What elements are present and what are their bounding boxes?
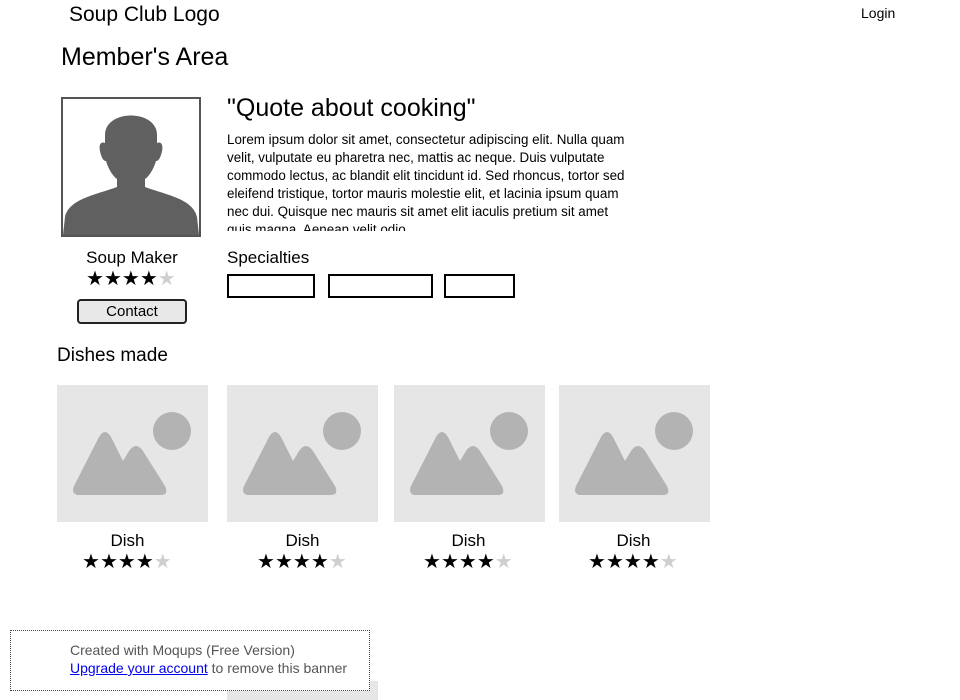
member-name: Soup Maker [86,248,178,267]
image-placeholder-icon [73,412,191,495]
dish-name: Dish [616,531,651,550]
dish-image[interactable] [57,385,208,522]
avatar [61,97,201,237]
dish-name: Dish [285,531,320,550]
dish-rating: ★ ★ ★ ★ ★ [423,552,513,572]
upgrade-link[interactable]: Upgrade your account [70,660,208,676]
dish-image[interactable] [394,385,545,522]
dish-image[interactable] [227,385,378,522]
star-icon: ★ [458,551,477,573]
star-icon: ★ [117,551,136,573]
dish-name: Dish [110,531,145,550]
dish-rating: ★ ★ ★ ★ ★ [588,552,678,572]
dish-image[interactable] [559,385,710,522]
star-icon: ★ [274,551,293,573]
star-icon: ★ [605,551,624,573]
image-placeholder-icon [575,412,693,495]
site-logo[interactable]: Soup Club Logo [69,3,220,27]
person-silhouette-icon [63,115,199,235]
star-icon: ★ [588,551,606,573]
contact-button[interactable]: Contact [77,299,187,324]
banner-line: Upgrade your account to remove this bann… [70,660,347,676]
star-icon: ★ [135,551,154,573]
dish-rating: ★ ★ ★ ★ ★ [82,552,172,572]
specialty-tag[interactable] [227,274,315,298]
star-icon: ★ [659,551,678,573]
image-placeholder-icon [243,412,361,495]
login-link[interactable]: Login [861,5,895,21]
dish-rating: ★ ★ ★ ★ ★ [257,552,347,572]
quote-heading: "Quote about cooking" [227,94,476,122]
star-icon: ★ [641,551,660,573]
star-icon: ★ [121,268,140,290]
star-icon: ★ [476,551,495,573]
banner-tail: to remove this banner [207,660,348,676]
star-icon: ★ [494,551,513,573]
star-icon: ★ [153,551,172,573]
star-icon: ★ [99,551,118,573]
star-icon: ★ [310,551,329,573]
star-icon: ★ [257,551,275,573]
member-rating: ★ ★ ★ ★ ★ [86,269,176,289]
bio-text: Lorem ipsum dolor sit amet, consectetur … [227,132,625,231]
star-icon: ★ [139,268,158,290]
image-placeholder-icon [410,412,528,495]
specialty-tag[interactable] [328,274,433,298]
star-icon: ★ [292,551,311,573]
page-title: Member's Area [61,43,229,71]
star-icon: ★ [423,551,441,573]
star-icon: ★ [82,551,100,573]
specialties-title: Specialties [227,248,310,267]
dishes-title: Dishes made [57,345,168,366]
banner-text: Created with Moqups (Free Version) [70,642,295,658]
star-icon: ★ [623,551,642,573]
star-icon: ★ [86,268,104,290]
specialty-tag[interactable] [444,274,515,298]
star-icon: ★ [157,268,176,290]
dish-name: Dish [451,531,486,550]
star-icon: ★ [328,551,347,573]
star-icon: ★ [103,268,122,290]
star-icon: ★ [440,551,459,573]
moqups-banner: Created with Moqups (Free Version) Upgra… [10,630,370,691]
